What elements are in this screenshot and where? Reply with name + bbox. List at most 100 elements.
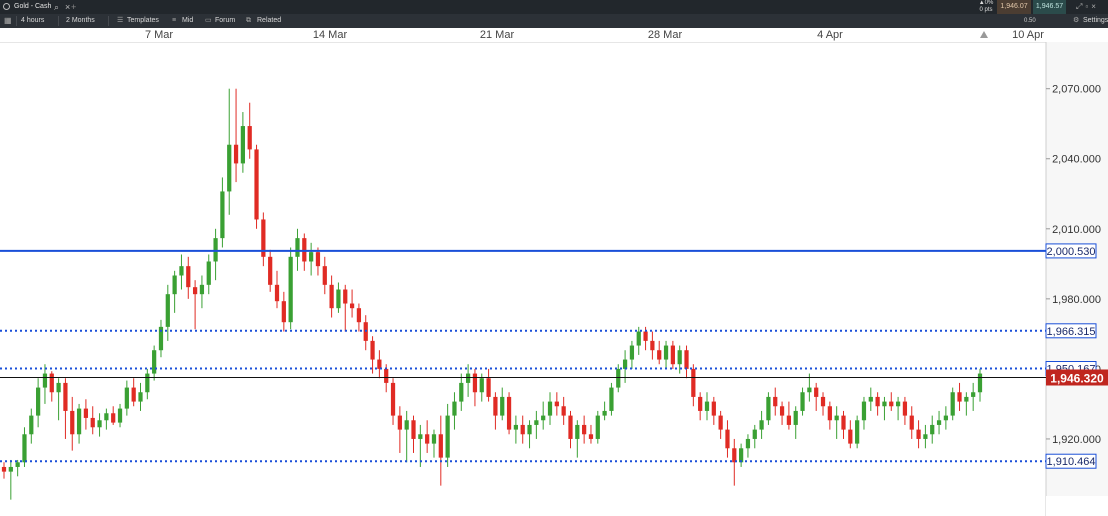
templates-icon: ☰ — [117, 17, 124, 24]
instrument-tab[interactable]: Gold - Cash ⌕ × + — [0, 0, 80, 14]
candle-body — [814, 387, 819, 397]
expand-icon[interactable]: ⤢ — [1076, 2, 1085, 11]
current-price-label: 1,946.320 — [1050, 371, 1104, 385]
candle-body — [377, 359, 382, 369]
level-label: 2,000.530 — [1047, 246, 1096, 258]
candle-body — [909, 415, 914, 430]
candle-body — [329, 284, 334, 309]
axis-corner — [1046, 496, 1108, 516]
candle-body — [36, 387, 41, 416]
price-chart[interactable]: 2,070.0002,040.0002,010.0001,980.0001,95… — [0, 42, 1108, 516]
close-icon[interactable]: × — [65, 0, 70, 14]
level-label: 1,966.315 — [1047, 326, 1096, 338]
x-tick-label: 10 Apr — [1012, 29, 1044, 41]
candle-body — [233, 144, 239, 164]
candle-body — [247, 126, 252, 150]
sell-price: 1,946.07 — [1000, 3, 1028, 10]
x-axis: 7 Mar 14 Mar 21 Mar 28 Mar 4 Apr 10 Apr — [0, 28, 1046, 43]
related-button[interactable]: Related — [257, 14, 281, 28]
change-points: 0 pts — [979, 7, 993, 13]
candle-body — [609, 387, 614, 411]
candle-body — [875, 396, 880, 407]
scroll-marker-icon[interactable] — [980, 31, 988, 38]
candle-body — [192, 287, 198, 295]
candle-body — [568, 415, 573, 439]
search-icon[interactable]: ⌕ — [54, 2, 59, 12]
candle-body — [786, 415, 792, 425]
forum-icon: ▭ — [205, 17, 212, 24]
candle-body — [711, 401, 716, 416]
x-tick-label: 7 Mar — [144, 29, 174, 41]
candle-body — [8, 466, 13, 472]
candle-body — [438, 434, 443, 458]
candle-body — [111, 413, 116, 423]
candle-body — [745, 438, 751, 449]
buy-button[interactable]: 1,946.57 — [1033, 0, 1066, 14]
candle-body — [288, 256, 293, 323]
range-select[interactable]: 2 Months — [66, 14, 95, 28]
candle-body — [104, 413, 109, 421]
candle-body — [698, 396, 703, 411]
candle-body — [677, 350, 682, 365]
sell-button[interactable]: 1,946.07 — [997, 0, 1031, 14]
interval-select[interactable]: 4 hours — [21, 14, 44, 28]
candle-body — [882, 401, 887, 407]
level-label: 1,910.464 — [1047, 456, 1096, 468]
candle-body — [964, 396, 969, 402]
candle-body — [486, 378, 491, 397]
candle-body — [889, 401, 894, 407]
candle-body — [445, 415, 450, 458]
candle-body — [575, 424, 580, 439]
y-tick-label: 2,070.000 — [1052, 84, 1101, 96]
level-lines[interactable]: 2,000.5301,966.3151,950.1671,910.464 — [0, 243, 1097, 469]
candle-body — [384, 368, 389, 383]
candle-body — [206, 261, 211, 285]
settings-button[interactable]: Settings — [1083, 14, 1108, 28]
candle-body — [425, 434, 430, 444]
candle-body — [773, 396, 778, 407]
candle-body — [390, 382, 396, 416]
x-tick-label: 14 Mar — [312, 29, 348, 41]
candle-body — [895, 401, 901, 407]
candle-body — [936, 420, 942, 425]
mid-button[interactable]: Mid — [182, 14, 193, 28]
candle-body — [513, 424, 519, 430]
layout-icon[interactable]: ▦ — [4, 14, 12, 28]
candle-body — [295, 238, 300, 257]
candle-body — [281, 301, 286, 323]
candle-body — [131, 387, 136, 402]
candle-body — [336, 289, 341, 309]
candle-body — [916, 429, 921, 439]
candle-body — [820, 396, 826, 407]
candle-body — [868, 396, 873, 402]
tab-title: Gold - Cash — [14, 3, 52, 10]
candle-body — [657, 350, 662, 360]
candle-body — [582, 424, 587, 435]
candle-body — [759, 420, 764, 430]
candle-body — [704, 401, 710, 411]
candle-body — [663, 345, 669, 360]
candle-body — [397, 415, 402, 430]
templates-button[interactable]: Templates — [127, 14, 159, 28]
candle-body — [861, 401, 867, 421]
candle-body — [561, 406, 566, 416]
candle-body — [97, 420, 102, 428]
candle-body — [670, 345, 675, 365]
gear-icon[interactable]: ⚙ — [1073, 14, 1079, 28]
candlestick-series — [1, 88, 983, 500]
change-percent: ▲0% — [978, 0, 994, 6]
add-tab-icon[interactable]: + — [71, 0, 76, 14]
candle-body — [15, 462, 20, 467]
candle-body — [227, 144, 232, 192]
candle-body — [554, 401, 559, 407]
close-window-icon[interactable]: × — [1091, 2, 1099, 11]
candle-body — [431, 434, 437, 444]
candle-body — [213, 238, 218, 262]
candle-body — [22, 434, 27, 463]
forum-button[interactable]: Forum — [215, 14, 235, 28]
mid-icon: ≡ — [172, 17, 177, 24]
candle-body — [520, 424, 525, 435]
candle-body — [779, 406, 785, 416]
x-tick-label: 21 Mar — [479, 29, 515, 41]
buy-price: 1,946.57 — [1035, 3, 1064, 10]
